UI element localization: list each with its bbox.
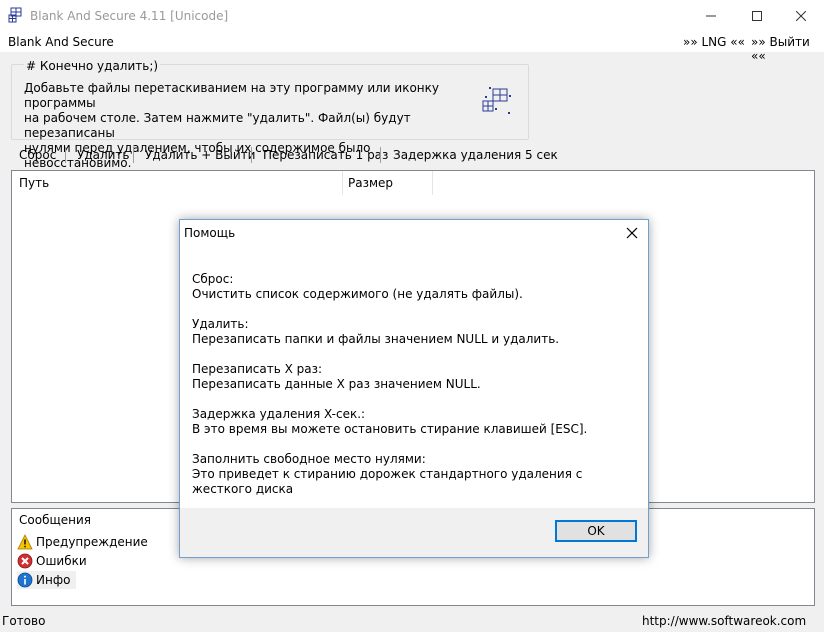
message-errors[interactable]: Ошибки: [17, 552, 87, 570]
warning-icon: [17, 534, 33, 550]
delete-delay-button[interactable]: Задержка удаления 5 сек: [393, 148, 558, 162]
toolbar-separator: [65, 147, 66, 163]
dialog-title: Помощь: [184, 226, 236, 240]
help-heading: Заполнить свободное место нулями:: [192, 452, 426, 466]
title-bar: Blank And Secure 4.11 [Unicode]: [0, 0, 824, 32]
menu-language[interactable]: »» LNG ««: [683, 35, 745, 49]
message-label: Предупреждение: [36, 535, 148, 549]
toolbar-separator: [380, 147, 381, 163]
app-grid-icon: [8, 7, 24, 23]
help-dialog: Помощь Сброс: Очистить список содержимог…: [179, 219, 649, 558]
help-text: Перезаписать папки и файлы значением NUL…: [192, 332, 560, 346]
help-text: Это приведет к стиранию дорожек стандарт…: [192, 467, 583, 496]
help-text: В это время вы можете остановить стирани…: [192, 422, 588, 436]
info-groupbox: # Конечно удалить;) Добавьте файлы перет…: [11, 59, 529, 170]
delete-button[interactable]: Удалить: [77, 148, 130, 162]
info-icon: [17, 572, 33, 588]
drop-target-icon[interactable]: [480, 85, 514, 119]
help-heading: Перезаписать X раз:: [192, 362, 323, 376]
dialog-footer: OK: [180, 508, 648, 557]
file-list-header: Путь Размер: [12, 171, 814, 195]
dialog-body: Сброс: Очистить список содержимого (не у…: [192, 272, 632, 512]
window-title: Blank And Secure 4.11 [Unicode]: [30, 9, 229, 23]
column-size[interactable]: Размер: [348, 176, 393, 190]
delete-exit-button[interactable]: Удалить + Выйти: [145, 148, 255, 162]
dialog-close-button[interactable]: [622, 223, 642, 243]
column-path[interactable]: Путь: [19, 176, 49, 190]
help-heading: Задержка удаления X-сек.:: [192, 407, 366, 421]
ok-button[interactable]: OK: [555, 520, 637, 542]
help-text: Перезаписать данные X раз значением NULL…: [192, 377, 481, 391]
column-divider[interactable]: [342, 171, 343, 195]
messages-title: Сообщения: [19, 513, 92, 527]
status-bar: Готово http://www.softwareok.com: [0, 612, 824, 632]
reset-button[interactable]: Сброс: [19, 148, 56, 162]
description-line: на рабочем столе. Затем нажмите "удалить…: [24, 111, 411, 140]
close-icon: [626, 227, 638, 239]
message-label: Инфо: [36, 573, 71, 587]
groupbox-title: # Конечно удалить;): [24, 59, 161, 73]
help-text: Очистить список содержимого (не удалять …: [192, 287, 523, 301]
error-icon: [17, 553, 33, 569]
minimize-icon: [706, 15, 716, 17]
toolbar-separator: [251, 147, 252, 163]
close-icon: [796, 11, 806, 21]
message-label: Ошибки: [36, 554, 87, 568]
help-heading: Удалить:: [192, 317, 249, 331]
message-warning[interactable]: Предупреждение: [17, 533, 148, 551]
help-section: Сброс: Очистить список содержимого (не у…: [192, 272, 632, 302]
help-section: Перезаписать X раз: Перезаписать данные …: [192, 362, 632, 392]
maximize-button[interactable]: [734, 0, 780, 32]
help-heading: Сброс:: [192, 272, 234, 286]
toolbar-separator: [133, 147, 134, 163]
description-line: Добавьте файлы перетаскиванием на эту пр…: [24, 81, 439, 110]
help-section: Задержка удаления X-сек.: В это время вы…: [192, 407, 632, 437]
help-section: Заполнить свободное место нулями: Это пр…: [192, 452, 632, 497]
overwrite-count-button[interactable]: Перезаписать 1 раз: [263, 148, 388, 162]
maximize-icon: [752, 11, 762, 21]
status-text: Готово: [2, 614, 46, 628]
message-info[interactable]: Инфо: [17, 571, 77, 589]
minimize-button[interactable]: [688, 0, 734, 32]
column-divider[interactable]: [432, 171, 433, 195]
help-section: Удалить: Перезаписать папки и файлы знач…: [192, 317, 632, 347]
menu-exit[interactable]: »» Выйти ««: [751, 35, 824, 63]
website-link[interactable]: http://www.softwareok.com: [642, 614, 806, 628]
close-button[interactable]: [778, 0, 824, 32]
toolbar: Сброс Удалить Удалить + Выйти Перезаписа…: [0, 146, 824, 166]
menu-app[interactable]: Blank And Secure: [8, 35, 114, 49]
menu-bar: Blank And Secure »» LNG «« »» Выйти ««: [0, 32, 824, 63]
